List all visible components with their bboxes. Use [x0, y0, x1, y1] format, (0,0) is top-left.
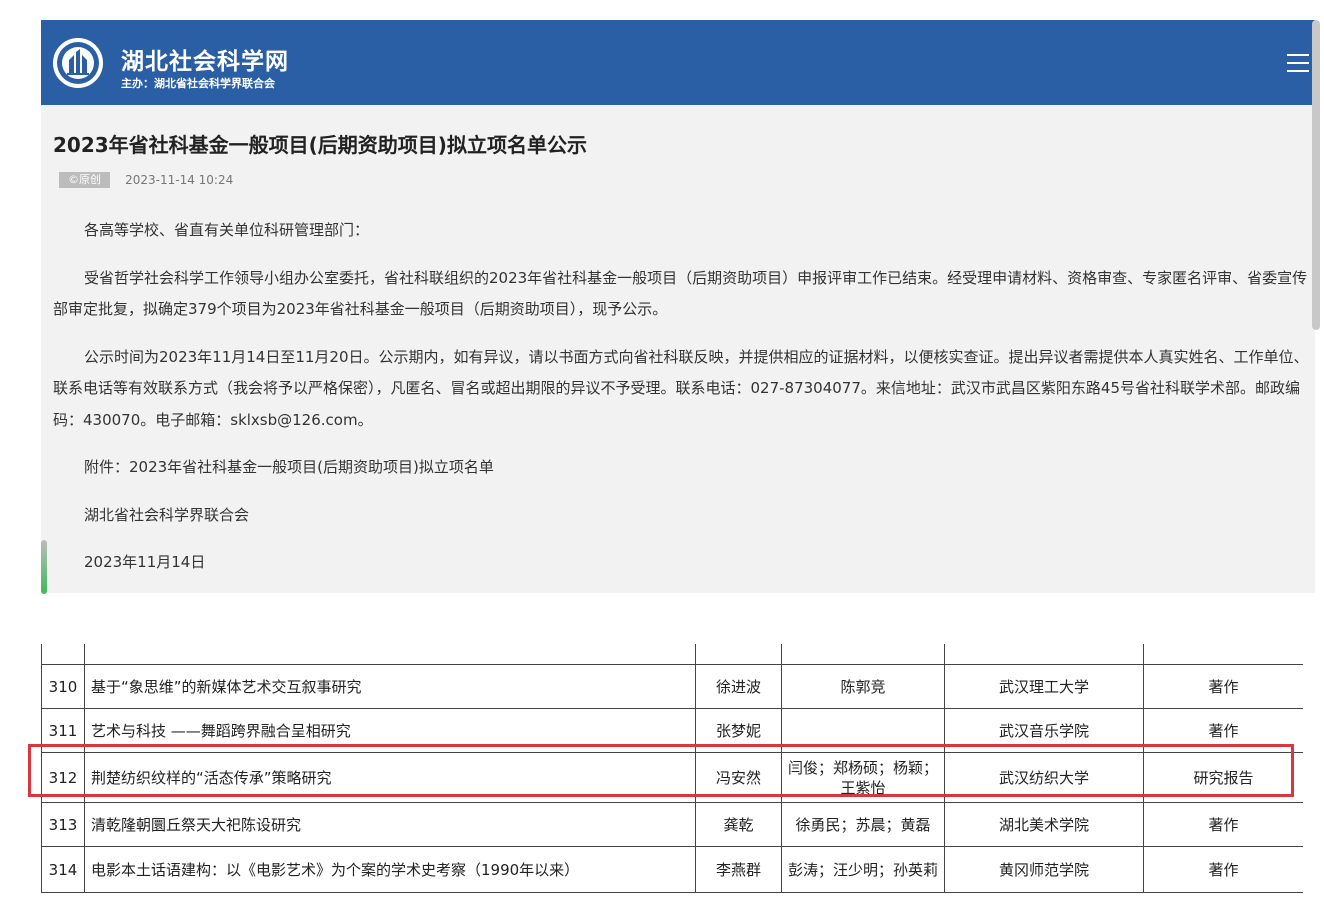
project-leader: 龚乾 [695, 802, 782, 847]
site-sponsor: 主办：湖北省社会科学界联合会 [121, 77, 275, 90]
project-unit: 武汉理工大学 [944, 664, 1144, 709]
project-type: 著作 [1143, 708, 1303, 753]
row-number: 311 [41, 708, 85, 753]
table-row-highlighted: 312 荆楚纺织纹样的“活态传承”策略研究 冯安然 闫俊；郑杨硕；杨颖；王紫怡 … [41, 752, 1303, 803]
table-row: 310 基于“象思维”的新媒体艺术交互叙事研究 徐进波 陈郭竞 武汉理工大学 著… [41, 664, 1303, 709]
table-row: 311 艺术与科技 ——舞蹈跨界融合呈相研究 张梦妮 武汉音乐学院 著作 [41, 708, 1303, 753]
signature-org: 湖北省社会科学界联合会 [84, 505, 250, 524]
row-number: 312 [41, 752, 85, 803]
project-table: 310 基于“象思维”的新媒体艺术交互叙事研究 徐进波 陈郭竞 武汉理工大学 著… [41, 664, 1303, 893]
site-title[interactable]: 湖北社会科学网 [121, 42, 289, 76]
project-unit: 黄冈师范学院 [944, 846, 1144, 893]
project-table-view: 310 基于“象思维”的新媒体艺术交互叙事研究 徐进波 陈郭竞 武汉理工大学 著… [41, 644, 1303, 897]
project-members [781, 708, 945, 753]
project-members: 陈郭竞 [781, 664, 945, 709]
project-type: 著作 [1143, 664, 1303, 709]
salutation: 各高等学校、省直有关单位科研管理部门： [84, 221, 370, 239]
article-meta: ©原创 2023-11-14 10:24 [59, 172, 233, 188]
project-title: 荆楚纺织纹样的“活态传承”策略研究 [84, 752, 696, 803]
project-leader: 李燕群 [695, 846, 782, 893]
scrollbar-thumb[interactable] [1312, 20, 1320, 330]
hamburger-menu-icon[interactable] [1287, 54, 1309, 72]
project-title: 艺术与科技 ——舞蹈跨界融合呈相研究 [84, 708, 696, 753]
row-number: 314 [41, 846, 85, 893]
project-type: 著作 [1143, 802, 1303, 847]
project-title: 电影本土话语建构：以《电影艺术》为个案的学术史考察（1990年以来） [84, 846, 696, 893]
table-row-cut [41, 644, 1303, 665]
row-number: 310 [41, 664, 85, 709]
emblem-logo-icon[interactable] [53, 38, 103, 88]
signature-date: 2023年11月14日 [84, 553, 206, 571]
side-indicator [41, 540, 47, 594]
project-unit: 武汉纺织大学 [944, 752, 1144, 803]
row-number: 313 [41, 802, 85, 847]
project-unit: 湖北美术学院 [944, 802, 1144, 847]
paragraph-intro: 受省哲学社会科学工作领导小组办公室委托，省社科联组织的2023年省社科基金一般项… [53, 268, 1308, 319]
project-leader: 张梦妮 [695, 708, 782, 753]
project-type: 著作 [1143, 846, 1303, 893]
table-row: 313 清乾隆朝圜丘祭天大祀陈设研究 龚乾 徐勇民；苏晨；黄磊 湖北美术学院 著… [41, 802, 1303, 847]
project-members: 闫俊；郑杨硕；杨颖；王紫怡 [781, 752, 945, 803]
project-unit: 武汉音乐学院 [944, 708, 1144, 753]
project-leader: 徐进波 [695, 664, 782, 709]
project-title: 基于“象思维”的新媒体艺术交互叙事研究 [84, 664, 696, 709]
project-title: 清乾隆朝圜丘祭天大祀陈设研究 [84, 802, 696, 847]
article-panel: 2023年省社科基金一般项目(后期资助项目)拟立项名单公示 ©原创 2023-1… [41, 105, 1315, 593]
project-members: 彭涛；汪少明；孙英莉 [781, 846, 945, 893]
publish-date: 2023-11-14 10:24 [125, 173, 234, 187]
original-badge: ©原创 [59, 172, 110, 188]
project-type: 研究报告 [1143, 752, 1303, 803]
article-body: 各高等学校、省直有关单位科研管理部门： 受省哲学社会科学工作领导小组办公室委托，… [53, 215, 1315, 595]
article-title: 2023年省社科基金一般项目(后期资助项目)拟立项名单公示 [53, 133, 587, 157]
attachment-link[interactable]: 附件：2023年省社科基金一般项目(后期资助项目)拟立项名单 [53, 452, 1315, 484]
project-leader: 冯安然 [695, 752, 782, 803]
site-header: 湖北社会科学网 主办：湖北省社会科学界联合会 [41, 20, 1315, 105]
project-members: 徐勇民；苏晨；黄磊 [781, 802, 945, 847]
table-row: 314 电影本土话语建构：以《电影艺术》为个案的学术史考察（1990年以来） 李… [41, 846, 1303, 893]
paragraph-notice: 公示时间为2023年11月14日至11月20日。公示期内，如有异议，请以书面方式… [53, 347, 1309, 429]
